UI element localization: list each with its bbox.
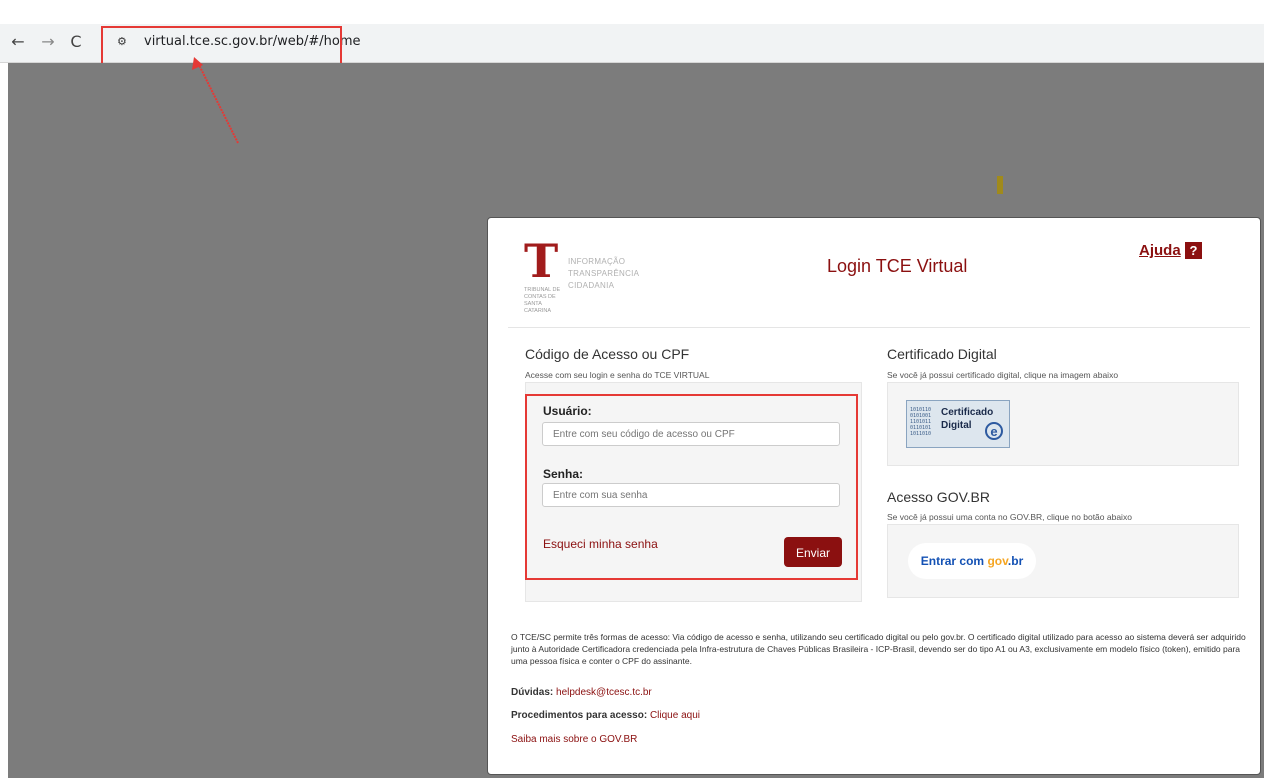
govbr-info-line: Saiba mais sobre o GOV.BR [511,734,637,745]
doubts-label: Dúvidas: [511,687,554,698]
help-icon[interactable]: ? [1185,242,1202,259]
certificate-section-desc: Se você já possui certificado digital, c… [887,370,1119,380]
govbr-info-link[interactable]: Saiba mais sobre o GOV.BR [511,734,637,745]
certificate-panel: 1010110 0101001 1101011 0110101 1011010 Cert… [887,382,1239,466]
logo-line-3: CIDADANIA [568,281,615,290]
govbr-section-title: Acesso GOV.BR [887,489,990,505]
certificate-button[interactable]: 1010110 0101001 1101011 0110101 1011010 Cert… [906,400,1010,448]
logo-mark: T [524,234,559,288]
procedures-label: Procedimentos para acesso: [511,710,648,721]
doubts-line: Dúvidas: helpdesk@tcesc.tc.br [511,687,652,698]
certificate-button-line-2: Digital [941,420,972,431]
login-section-desc: Acesse com seu login e senha do TCE VIRT… [525,370,710,380]
login-section-title: Código de Acesso ou CPF [525,346,690,362]
page-title: Login TCE Virtual [827,256,968,276]
access-info-text: O TCE/SC permite três formas de acesso: … [511,632,1246,666]
govbr-logo: gov.br [987,554,1024,568]
logo-line-2: TRANSPARÊNCIA [568,269,640,278]
procedures-link[interactable]: Clique aqui [650,710,700,721]
header-divider [508,327,1250,328]
govbr-panel: Entrar com gov.br [887,524,1239,598]
certificate-section-title: Certificado Digital [887,346,997,362]
binary-pattern-icon: 1010110 0101001 1101011 0110101 1011010 [910,407,932,437]
login-highlight-box [525,394,858,580]
logo-subtitle: TRIBUNAL DE CONTAS DE SANTA CATARINA [524,287,561,314]
help-link[interactable]: Ajuda [1139,242,1181,259]
helpdesk-email-link[interactable]: helpdesk@tcesc.tc.br [556,687,652,698]
ecpf-icon: e [985,422,1003,440]
govbr-section-desc: Se você já possui uma conta no GOV.BR, c… [887,512,1132,522]
certificate-button-line-1: Certificado [941,407,994,418]
procedures-line: Procedimentos para acesso: Clique aqui [511,710,700,721]
tce-logo: T INFORMAÇÃO TRANSPARÊNCIA CIDADANIA TRI… [524,234,664,318]
govbr-login-button[interactable]: Entrar com gov.br [908,543,1036,579]
login-modal: T INFORMAÇÃO TRANSPARÊNCIA CIDADANIA TRI… [487,217,1261,775]
govbr-button-label: Entrar com [920,554,985,568]
logo-line-1: INFORMAÇÃO [568,257,626,266]
